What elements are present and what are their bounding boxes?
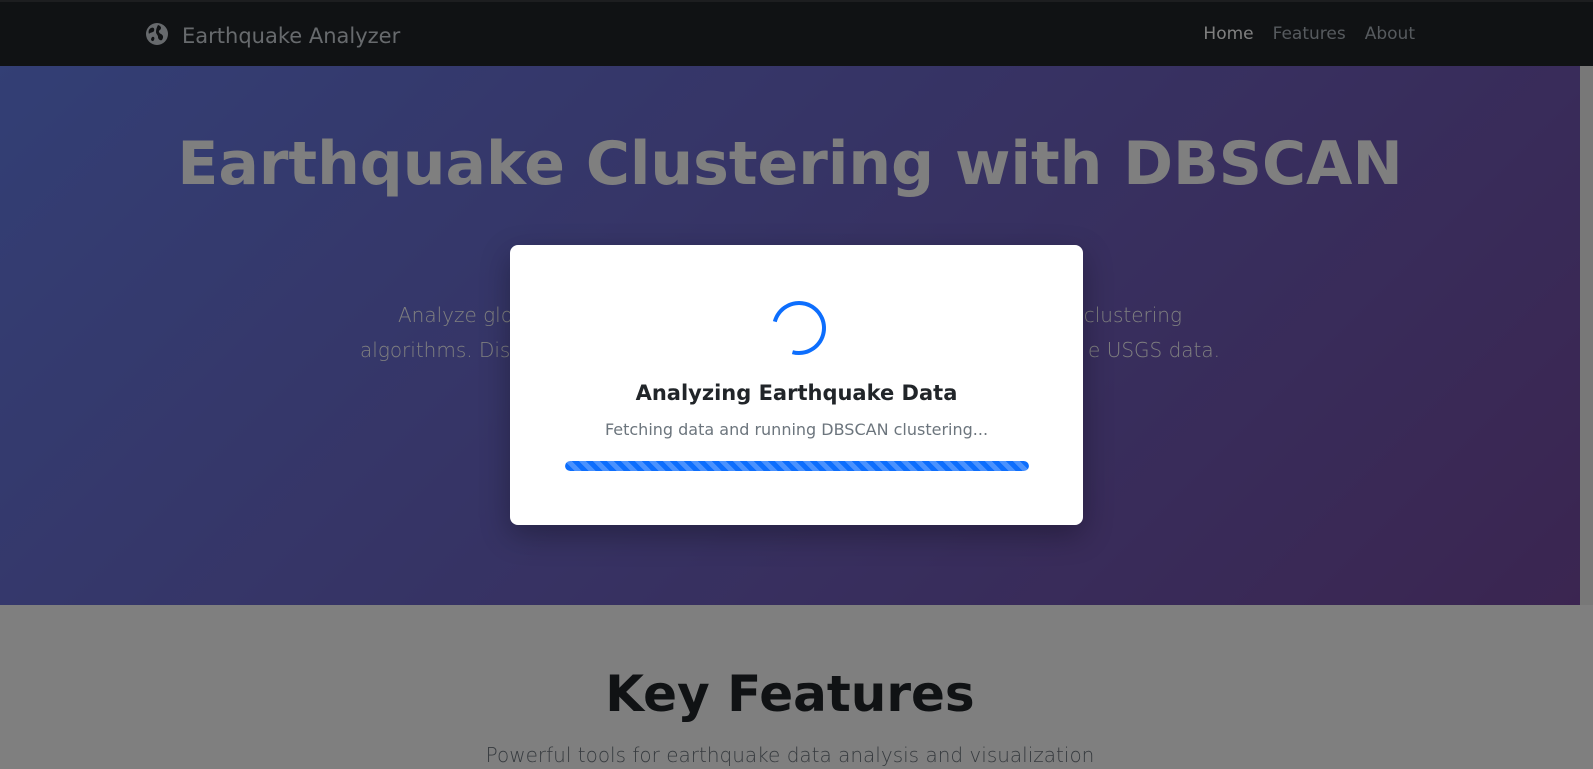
loading-spinner-icon	[762, 291, 836, 365]
modal-title: Analyzing Earthquake Data	[635, 381, 958, 405]
modal-message: Fetching data and running DBSCAN cluster…	[604, 420, 989, 439]
progress-bar-fill	[565, 461, 1029, 471]
loading-modal: Analyzing Earthquake Data Fetching data …	[510, 245, 1083, 525]
progress-bar	[565, 461, 1029, 471]
page: Earthquake Analyzer Home Features About …	[0, 0, 1593, 769]
